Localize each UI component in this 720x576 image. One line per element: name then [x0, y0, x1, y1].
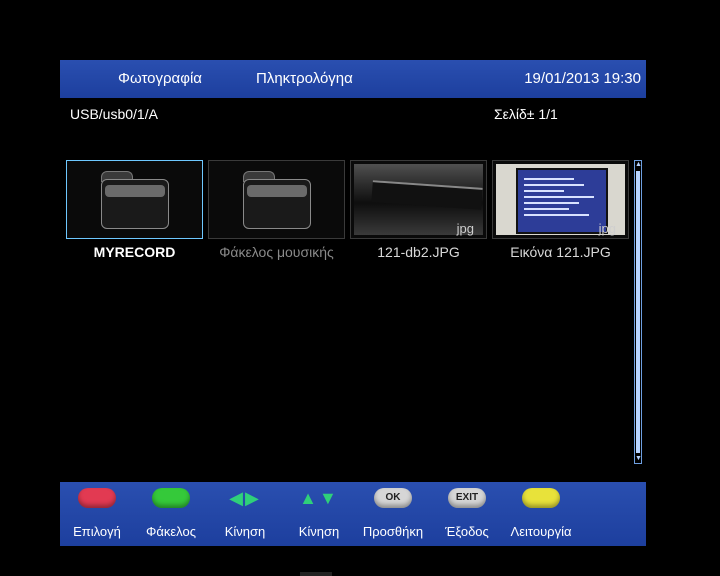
footer-label: Λειτουργία — [510, 524, 572, 539]
exit-button-icon: EXIT — [448, 488, 486, 508]
tab-photo[interactable]: Φωτογραφία — [118, 70, 202, 87]
file-item-music-folder[interactable] — [208, 160, 345, 239]
left-right-arrows-icon: ◀▶ — [229, 488, 261, 508]
footer-bar: Επιλογή Φάκελος ◀▶ Κίνηση ▲▼ Κίνηση OK Π… — [60, 482, 646, 546]
ok-button-icon: OK — [374, 488, 412, 508]
file-item-label: MYRECORD — [93, 244, 176, 260]
vertical-scrollbar[interactable]: ▲ ▼ — [634, 160, 642, 464]
footer-label: Φάκελος — [146, 524, 196, 539]
footer-label: Κίνηση — [224, 524, 266, 539]
page-indicator: Σελίδ± 1/1 — [494, 106, 558, 122]
footer-label: Κίνηση — [298, 524, 340, 539]
add-button[interactable]: OK Προσθήκη — [356, 482, 430, 546]
footer-label: Επιλογή — [73, 524, 121, 539]
yellow-button-icon — [522, 488, 560, 508]
divider — [300, 572, 332, 576]
folder-icon — [243, 171, 311, 229]
scroll-thumb[interactable] — [636, 171, 640, 453]
footer-label: Έξοδος — [445, 524, 489, 539]
file-item-label: Εικόνα 121.JPG — [510, 244, 611, 260]
move-horizontal-button[interactable]: ◀▶ Κίνηση — [208, 482, 282, 546]
green-button-icon — [152, 488, 190, 508]
header-bar: Φωτογραφία Πληκτρολόγηα 19/01/2013 19:30 — [60, 60, 646, 98]
move-vertical-button[interactable]: ▲▼ Κίνηση — [282, 482, 356, 546]
exit-button[interactable]: EXIT Έξοδος — [430, 482, 504, 546]
tab-keyboard[interactable]: Πληκτρολόγηα — [256, 70, 353, 87]
file-type-badge: jpg — [456, 221, 474, 236]
file-item-image-2[interactable]: jpg — [492, 160, 629, 239]
red-button-icon — [78, 488, 116, 508]
folder-button[interactable]: Φάκελος — [134, 482, 208, 546]
file-item-label: Φάκελος μουσικής — [219, 244, 334, 260]
current-path: USB/usb0/1/A — [70, 106, 158, 122]
function-button[interactable]: Λειτουργία — [504, 482, 578, 546]
file-item-image-1[interactable]: jpg — [350, 160, 487, 239]
up-down-arrows-icon: ▲▼ — [299, 488, 339, 508]
file-item-label: 121-db2.JPG — [377, 244, 460, 260]
scroll-down-icon[interactable]: ▼ — [635, 455, 642, 463]
select-button[interactable]: Επιλογή — [60, 482, 134, 546]
file-item-myrecord[interactable] — [66, 160, 203, 239]
footer-label: Προσθήκη — [362, 524, 424, 539]
file-type-badge: jpg — [598, 221, 616, 236]
datetime: 19/01/2013 19:30 — [524, 70, 641, 87]
scroll-up-icon[interactable]: ▲ — [635, 161, 642, 169]
folder-icon — [101, 171, 169, 229]
